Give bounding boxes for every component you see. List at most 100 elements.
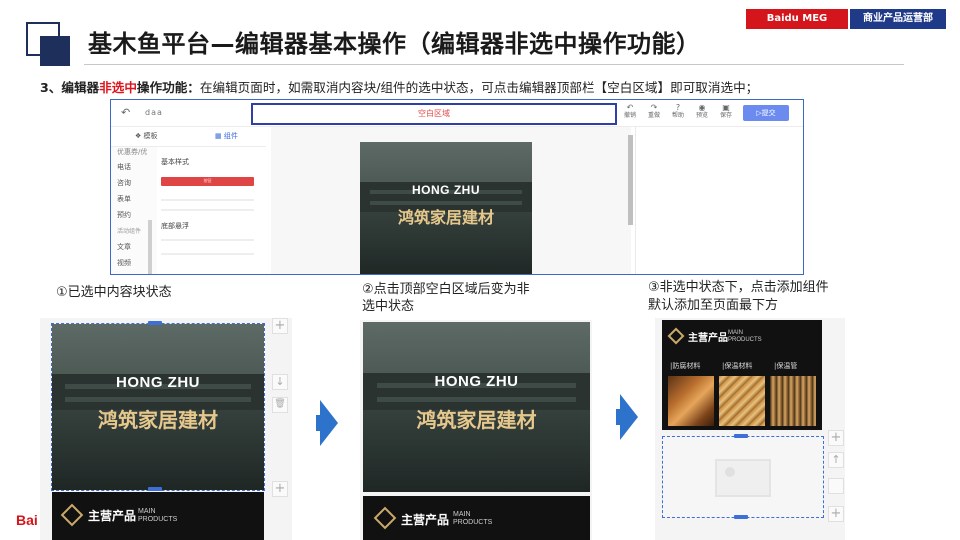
- editor-screenshot: ↶ daa 空白区域 ↶ 撤销 ↷ 重做 ? 帮助 ◉ 预览 ▣ 保存 ▷提交 ❖ 模板 …: [110, 99, 804, 275]
- page-title: 基木鱼平台—编辑器基本操作（编辑器非选中操作功能）: [88, 30, 701, 58]
- description: 3、编辑器非选中操作功能：在编辑页面时，如需取消内容块/组件的选中状态，可点击编…: [40, 77, 758, 96]
- save-button[interactable]: ▣ 保存: [714, 104, 738, 120]
- divider: [161, 209, 254, 211]
- tab-components-label: 组件: [223, 132, 238, 140]
- selection-outline: [51, 323, 265, 491]
- tab-components[interactable]: ▦ 组件: [215, 131, 238, 141]
- description-bold-suffix: 操作功能：: [136, 80, 200, 95]
- new-component-placeholder[interactable]: [662, 436, 824, 518]
- move-up-button[interactable]: ↑: [828, 452, 844, 468]
- divider: [161, 199, 254, 201]
- editor-topbar[interactable]: ↶ daa 空白区域 ↶ 撤销 ↷ 重做 ? 帮助 ◉ 预览 ▣ 保存 ▷提交: [111, 100, 803, 127]
- product-block[interactable]: 主营产品 MAIN PRODUCTS: [363, 496, 590, 540]
- undo-arrow-icon[interactable]: ↶: [121, 106, 130, 119]
- category-item[interactable]: 文章: [117, 242, 131, 252]
- product-tag[interactable]: |保温材料: [722, 361, 752, 371]
- drag-handle-bottom[interactable]: [734, 515, 748, 519]
- diamond-icon: [373, 506, 397, 530]
- category-item[interactable]: 预约: [117, 210, 131, 220]
- drag-handle-bottom[interactable]: [148, 487, 162, 491]
- product-image[interactable]: [719, 376, 765, 426]
- product-en-line2: PRODUCTS: [138, 516, 178, 523]
- red-button-sample-label: 按钮: [203, 178, 212, 183]
- product-block[interactable]: 主营产品 MAIN PRODUCTS: [662, 320, 822, 358]
- delete-button[interactable]: 🗑: [272, 397, 288, 413]
- category-item[interactable]: 活动组件: [117, 226, 141, 235]
- product-en-line2: PRODUCTS: [453, 519, 493, 526]
- product-title: 主营产品: [401, 513, 450, 527]
- tool-label: 撤销: [623, 112, 636, 119]
- logo-filled-square: [40, 36, 70, 66]
- property-panel: [635, 127, 803, 274]
- caption-step3-line2: 默认添加至页面最下方: [648, 298, 779, 313]
- drag-handle-top[interactable]: [734, 434, 748, 438]
- product-images-row: [662, 374, 822, 430]
- save-icon: ▣: [722, 103, 730, 112]
- product-image[interactable]: [668, 376, 714, 426]
- baidu-logo: Bai: [16, 512, 38, 528]
- product-tag[interactable]: |保温管: [774, 361, 797, 371]
- diamond-icon: [667, 327, 685, 345]
- divider: [161, 239, 254, 241]
- help-icon: ?: [675, 103, 681, 112]
- category-item[interactable]: 咨询: [117, 178, 131, 188]
- tool-label: 重做: [647, 112, 660, 119]
- tool-label: 预览: [695, 112, 708, 119]
- hero-english-name: HONG ZHU: [434, 373, 519, 390]
- preview-button[interactable]: ◉ 预览: [690, 104, 714, 120]
- move-down-button[interactable]: ↓: [272, 374, 288, 390]
- hero-block[interactable]: HONG ZHU 鸿筑家居建材: [363, 322, 590, 492]
- caption-step1: ①已选中内容块状态: [56, 285, 172, 300]
- tool-label: 帮助: [671, 112, 684, 119]
- product-title: 主营产品: [88, 509, 137, 523]
- canvas-scrollbar[interactable]: [628, 135, 633, 225]
- product-en-line2: PRODUCTS: [728, 337, 762, 343]
- hero-chinese-name: 鸿筑家居建材: [397, 208, 494, 227]
- component-style-list: 基本样式 按钮 底部悬浮: [161, 147, 261, 274]
- add-component-button[interactable]: +: [828, 430, 844, 446]
- canvas-hero-block[interactable]: HONG ZHU 鸿筑家居建材: [360, 142, 532, 274]
- topbar-blank-area[interactable]: 空白区域: [251, 103, 617, 125]
- diamond-icon: [60, 503, 84, 527]
- caption-step2-line2: 选中状态: [362, 299, 415, 314]
- description-highlight: 非选中: [99, 80, 137, 95]
- title-divider: [84, 64, 904, 65]
- image-placeholder-icon: [715, 459, 771, 497]
- product-en-line1: MAIN: [138, 508, 156, 515]
- tab-template-label: 模板: [143, 132, 158, 140]
- add-component-button[interactable]: +: [272, 481, 288, 497]
- submit-button[interactable]: ▷提交: [743, 105, 789, 121]
- tool-label: 保存: [719, 112, 732, 119]
- badge-department: 商业产品运营部: [850, 9, 946, 29]
- caption-step2-line1: ②点击顶部空白区域后变为非: [362, 282, 530, 297]
- product-tag[interactable]: |防腐材料: [670, 361, 700, 371]
- help-button[interactable]: ? 帮助: [666, 104, 690, 120]
- redo-button[interactable]: ↷ 重做: [642, 104, 666, 120]
- undo-button[interactable]: ↶ 撤销: [618, 104, 642, 120]
- red-button-sample[interactable]: 按钮: [161, 177, 254, 186]
- delete-button[interactable]: [828, 478, 844, 494]
- redo-icon: ↷: [650, 103, 658, 112]
- category-item[interactable]: 视频: [117, 258, 131, 268]
- category-item[interactable]: 表单: [117, 194, 131, 204]
- caption-step3-line1: ③非选中状态下，点击添加组件: [648, 280, 829, 295]
- add-component-button[interactable]: +: [272, 318, 288, 334]
- tab-template[interactable]: ❖ 模板: [135, 131, 158, 141]
- category-item[interactable]: 电话: [117, 162, 131, 172]
- drag-handle-top[interactable]: [148, 321, 162, 325]
- description-text: 在编辑页面时，如需取消内容块/组件的选中状态，可点击编辑器顶部栏【空白区域】即可…: [199, 80, 759, 95]
- hero-chinese-name: 鸿筑家居建材: [416, 408, 537, 432]
- product-en-line1: MAIN: [453, 511, 471, 518]
- eye-icon: ◉: [698, 103, 706, 112]
- category-item[interactable]: 优惠券/优: [117, 147, 147, 157]
- product-title: 主营产品: [688, 333, 728, 344]
- divider: [161, 253, 254, 255]
- product-image[interactable]: [770, 376, 816, 426]
- next-step-arrow-icon: [620, 394, 638, 440]
- product-tags-bar: |防腐材料 |保温材料 |保温管: [662, 358, 822, 374]
- style-label: 底部悬浮: [161, 222, 189, 230]
- badge-baidu-meg: Baidu MEG: [746, 9, 848, 29]
- left-scrollbar[interactable]: [148, 220, 152, 274]
- product-block[interactable]: 主营产品 MAIN PRODUCTS: [52, 492, 264, 540]
- add-component-button[interactable]: +: [828, 506, 844, 522]
